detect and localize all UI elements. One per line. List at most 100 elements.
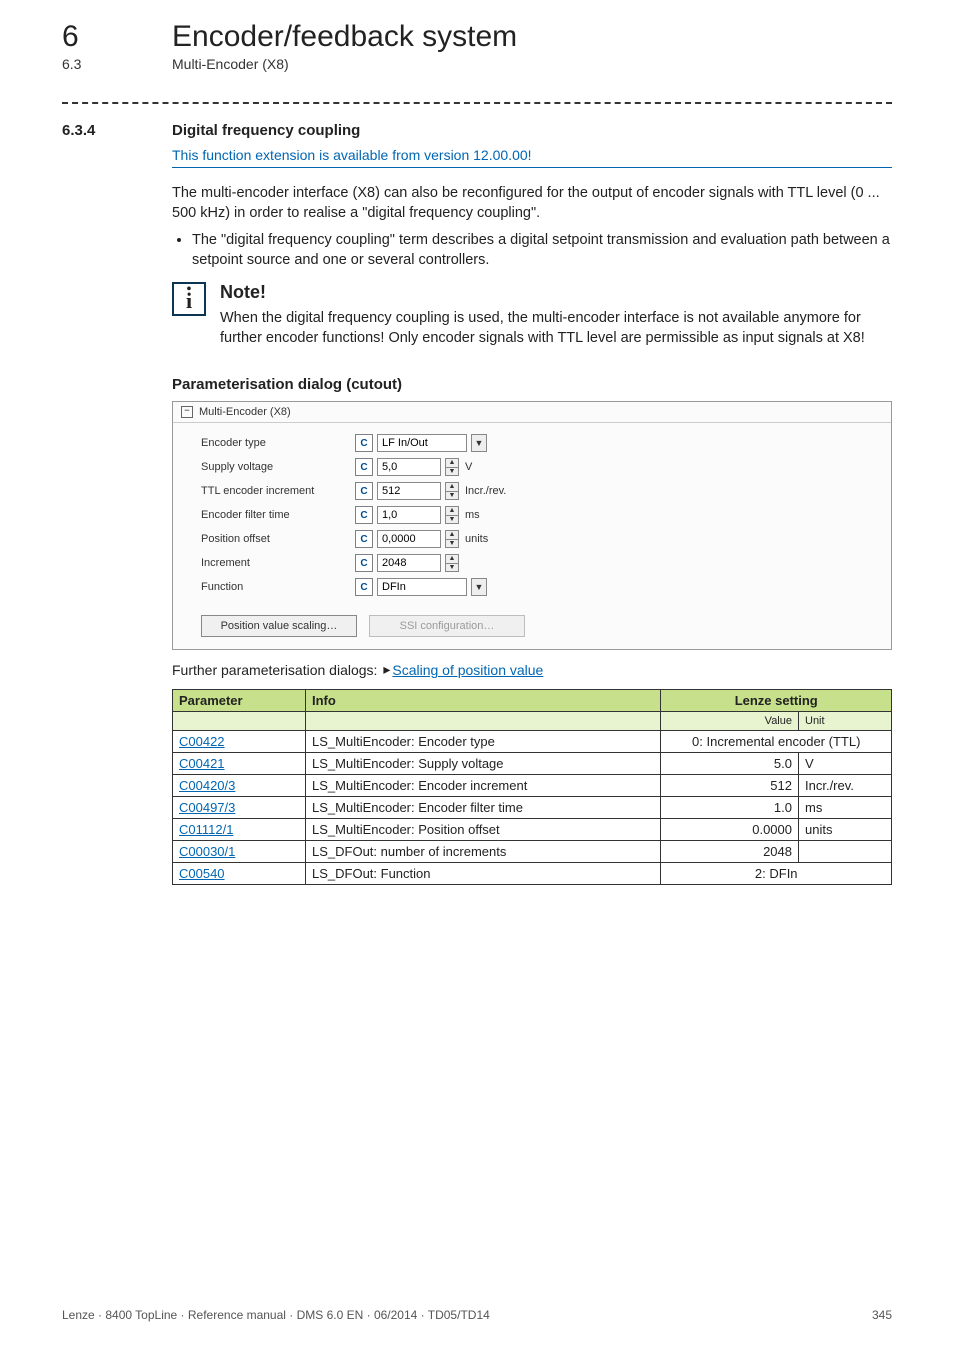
th-value: Value — [661, 712, 799, 731]
parameter-link[interactable]: C00421 — [179, 756, 225, 771]
parameter-link[interactable]: C00030/1 — [179, 844, 235, 859]
chapter-title: Encoder/feedback system — [172, 20, 517, 54]
unit-cell: V — [799, 753, 892, 775]
section-title: Multi-Encoder (X8) — [172, 56, 289, 72]
table-row: C01112/1 LS_MultiEncoder: Position offset… — [173, 819, 892, 841]
note-body: When the digital frequency coupling is u… — [220, 309, 892, 348]
th-info: Info — [306, 690, 661, 712]
value-cell: 0.0000 — [661, 819, 799, 841]
c-chip-icon[interactable]: C — [355, 434, 373, 452]
unit-cell — [799, 841, 892, 863]
dialog-field-input[interactable] — [377, 482, 441, 500]
c-chip-icon[interactable]: C — [355, 458, 373, 476]
dialog-field-unit: Incr./rev. — [465, 485, 506, 497]
dialog-field-label: TTL encoder increment — [201, 485, 351, 497]
dialog-panel-title: Multi-Encoder (X8) — [199, 406, 291, 418]
info-cell: LS_DFOut: Function — [306, 863, 661, 885]
value-cell: 0: Incremental encoder (TTL) — [661, 731, 892, 753]
chapter-number: 6 — [62, 20, 172, 54]
dialog-heading: Parameterisation dialog (cutout) — [172, 376, 892, 393]
info-cell: LS_MultiEncoder: Position offset — [306, 819, 661, 841]
spinner-buttons[interactable]: ▲▼ — [445, 458, 459, 476]
spinner-buttons[interactable]: ▲▼ — [445, 554, 459, 572]
dialog-field-input[interactable] — [377, 578, 467, 596]
version-note: This function extension is available fro… — [172, 147, 892, 163]
parameter-link[interactable]: C00420/3 — [179, 778, 235, 793]
table-row: C00497/3 LS_MultiEncoder: Encoder filter … — [173, 797, 892, 819]
dialog-row: Function C ▼ — [201, 575, 879, 599]
dialog-row: Increment C ▲▼ — [201, 551, 879, 575]
dialog-row: Position offsetC▲▼units — [201, 527, 879, 551]
dialog-field-label: Position offset — [201, 533, 351, 545]
page-number: 345 — [872, 1308, 892, 1322]
info-cell: LS_MultiEncoder: Encoder increment — [306, 775, 661, 797]
note-title: Note! — [220, 282, 892, 303]
dialog-field-input[interactable] — [377, 554, 441, 572]
dialog-field-input[interactable] — [377, 434, 467, 452]
dialog-row: Encoder type C ▼ — [201, 431, 879, 455]
unit-cell: Incr./rev. — [799, 775, 892, 797]
c-chip-icon[interactable]: C — [355, 578, 373, 596]
parameter-link[interactable]: C01112/1 — [179, 822, 233, 837]
divider-accent — [172, 167, 892, 168]
parameter-link[interactable]: C00540 — [179, 866, 225, 881]
value-cell: 2: DFIn — [661, 863, 892, 885]
subsection-number: 6.3.4 — [62, 122, 172, 885]
parameter-link[interactable]: C00422 — [179, 734, 225, 749]
divider-dashed — [62, 102, 892, 104]
table-row: C00420/3 LS_MultiEncoder: Encoder increme… — [173, 775, 892, 797]
th-unit: Unit — [799, 712, 892, 731]
info-cell: LS_MultiEncoder: Supply voltage — [306, 753, 661, 775]
info-icon: i — [172, 282, 206, 316]
spinner-buttons[interactable]: ▲▼ — [445, 530, 459, 548]
dialog-row: Encoder filter time C ▲▼ ms — [201, 503, 879, 527]
scaling-position-value-link[interactable]: Scaling of position value — [392, 662, 543, 678]
dialog-field-input[interactable] — [377, 458, 441, 476]
table-row: C00421 LS_MultiEncoder: Supply voltage5.0… — [173, 753, 892, 775]
info-cell: LS_DFOut: number of increments — [306, 841, 661, 863]
dialog-row: TTL encoder increment C ▲▼ Incr./rev. — [201, 479, 879, 503]
th-parameter: Parameter — [173, 690, 306, 712]
c-chip-icon[interactable]: C — [355, 554, 373, 572]
dialog-field-label: Increment — [201, 557, 351, 569]
arrow-icon: ▸ — [383, 661, 390, 678]
unit-cell: units — [799, 819, 892, 841]
chevron-down-icon[interactable]: ▼ — [471, 578, 487, 596]
intro-paragraph: The multi-encoder interface (X8) can als… — [172, 184, 892, 223]
section-number: 6.3 — [62, 56, 172, 72]
dialog-field-input[interactable] — [377, 506, 441, 524]
table-row: C00540 LS_DFOut: Function2: DFIn — [173, 863, 892, 885]
value-cell: 5.0 — [661, 753, 799, 775]
intro-bullet: The "digital frequency coupling" term de… — [192, 231, 892, 270]
ssi-configuration-button: SSI configuration… — [369, 615, 525, 637]
subsection-title: Digital frequency coupling — [172, 122, 892, 139]
info-cell: LS_MultiEncoder: Encoder type — [306, 731, 661, 753]
parameter-table: Parameter Info Lenze setting Value Unit … — [172, 689, 892, 885]
table-row: C00422 LS_MultiEncoder: Encoder type0: In… — [173, 731, 892, 753]
spinner-buttons[interactable]: ▲▼ — [445, 506, 459, 524]
dialog-field-label: Encoder type — [201, 437, 351, 449]
chevron-down-icon[interactable]: ▼ — [471, 434, 487, 452]
value-cell: 2048 — [661, 841, 799, 863]
c-chip-icon[interactable]: C — [355, 506, 373, 524]
c-chip-icon[interactable]: C — [355, 530, 373, 548]
dialog-field-label: Supply voltage — [201, 461, 351, 473]
value-cell: 1.0 — [661, 797, 799, 819]
info-cell: LS_MultiEncoder: Encoder filter time — [306, 797, 661, 819]
dialog-field-input[interactable] — [377, 530, 441, 548]
parameterisation-dialog: − Multi-Encoder (X8) Encoder type C ▼ Suppl… — [172, 401, 892, 650]
c-chip-icon[interactable]: C — [355, 482, 373, 500]
tree-collapse-icon[interactable]: − — [181, 406, 193, 418]
unit-cell: ms — [799, 797, 892, 819]
spinner-buttons[interactable]: ▲▼ — [445, 482, 459, 500]
dialog-field-unit: ms — [465, 509, 480, 521]
table-row: C00030/1 LS_DFOut: number of increments20… — [173, 841, 892, 863]
th-lenze-setting: Lenze setting — [661, 690, 892, 712]
dialog-field-label: Encoder filter time — [201, 509, 351, 521]
dialog-field-label: Function — [201, 581, 351, 593]
position-value-scaling-button[interactable]: Position value scaling… — [201, 615, 357, 637]
dialog-field-unit: V — [465, 461, 472, 473]
value-cell: 512 — [661, 775, 799, 797]
parameter-link[interactable]: C00497/3 — [179, 800, 235, 815]
footer-left: Lenze · 8400 TopLine · Reference manual … — [62, 1308, 490, 1322]
